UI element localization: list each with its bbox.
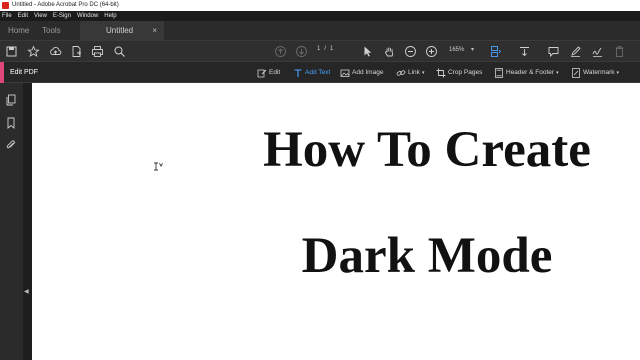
edit-label: Edit bbox=[269, 69, 281, 76]
file-export-icon[interactable] bbox=[70, 45, 83, 58]
zoom-level[interactable]: 165% bbox=[449, 47, 464, 53]
scroll-icon[interactable] bbox=[518, 45, 531, 58]
watermark-icon bbox=[571, 67, 581, 78]
attachment-icon[interactable] bbox=[5, 139, 17, 151]
collapse-panel-icon[interactable]: ◀ bbox=[24, 288, 29, 295]
left-navigation-rail bbox=[0, 83, 23, 360]
window-title: Untitled - Adobe Acrobat Pro DC (64-bit) bbox=[12, 2, 119, 8]
document-page[interactable]: How To Create Dark Mode bbox=[32, 83, 640, 360]
add-image-icon bbox=[340, 68, 350, 78]
document-heading-line2[interactable]: Dark Mode bbox=[32, 226, 640, 286]
add-image-label: Add Image bbox=[352, 69, 384, 76]
tab-tools[interactable]: Tools bbox=[42, 21, 61, 40]
edit-icon bbox=[257, 68, 267, 78]
watermark-dropdown-icon[interactable]: ▾ bbox=[617, 70, 620, 76]
current-page-input[interactable]: 1 bbox=[317, 46, 320, 52]
tab-document[interactable]: Untitled × bbox=[80, 21, 164, 40]
edit-pdf-label: Edit PDF bbox=[10, 69, 39, 76]
tab-document-label: Untitled bbox=[106, 26, 134, 35]
tab-home[interactable]: Home bbox=[8, 21, 29, 40]
menu-file[interactable]: File bbox=[2, 11, 12, 21]
trash-icon[interactable] bbox=[613, 45, 626, 58]
header-footer-dropdown-icon[interactable]: ▾ bbox=[556, 70, 559, 76]
main-toolbar: 1/1 165% ▾ bbox=[0, 40, 640, 61]
menu-bar: File Edit View E-Sign Window Help bbox=[0, 11, 640, 21]
header-footer-icon bbox=[494, 67, 504, 78]
link-label: Link bbox=[408, 69, 420, 76]
zoom-out-icon[interactable] bbox=[404, 45, 417, 58]
total-pages: 1 bbox=[330, 46, 334, 52]
add-text-button[interactable]: Add Text bbox=[293, 62, 330, 83]
document-heading-line1[interactable]: How To Create bbox=[32, 120, 640, 180]
search-icon[interactable] bbox=[113, 45, 126, 58]
add-text-icon bbox=[293, 68, 303, 78]
star-icon[interactable] bbox=[27, 45, 40, 58]
close-tab-icon[interactable]: × bbox=[152, 21, 157, 40]
zoom-in-icon[interactable] bbox=[425, 45, 438, 58]
hand-icon[interactable] bbox=[383, 45, 396, 58]
link-icon bbox=[396, 68, 406, 78]
edit-pdf-accent bbox=[0, 62, 4, 83]
page-indicator[interactable]: 1/1 bbox=[317, 46, 337, 52]
crop-pages-label: Crop Pages bbox=[448, 69, 483, 76]
bookmark-icon[interactable] bbox=[5, 117, 17, 129]
crop-icon bbox=[436, 68, 446, 78]
menu-edit[interactable]: Edit bbox=[18, 11, 28, 21]
add-text-label: Add Text bbox=[305, 69, 331, 76]
tab-row: Home Tools Untitled × bbox=[0, 21, 640, 40]
link-dropdown-icon[interactable]: ▾ bbox=[422, 70, 425, 76]
window-titlebar: Untitled - Adobe Acrobat Pro DC (64-bit) bbox=[0, 0, 640, 11]
select-arrow-icon[interactable] bbox=[361, 45, 374, 58]
crop-pages-button[interactable]: Crop Pages bbox=[436, 62, 482, 83]
print-icon[interactable] bbox=[91, 45, 104, 58]
comment-icon[interactable] bbox=[547, 45, 560, 58]
pages-icon[interactable] bbox=[5, 94, 17, 106]
page-separator: / bbox=[324, 46, 327, 52]
save-icon[interactable] bbox=[5, 45, 18, 58]
menu-view[interactable]: View bbox=[34, 11, 47, 21]
rail-toggle-strip: ◀ bbox=[23, 83, 32, 360]
edit-pdf-toolbar: Edit PDF Edit Add Text Add Image Link ▾ … bbox=[0, 61, 640, 83]
menu-esign[interactable]: E-Sign bbox=[53, 11, 71, 21]
watermark-button[interactable]: Watermark ▾ bbox=[571, 62, 619, 83]
acrobat-app-icon bbox=[2, 2, 9, 9]
highlight-pen-icon[interactable] bbox=[569, 45, 582, 58]
menu-window[interactable]: Window bbox=[77, 11, 98, 21]
add-image-button[interactable]: Add Image bbox=[340, 62, 383, 83]
watermark-label: Watermark bbox=[583, 69, 615, 76]
menu-help[interactable]: Help bbox=[104, 11, 116, 21]
page-up-icon[interactable] bbox=[274, 45, 287, 58]
sign-icon[interactable] bbox=[591, 45, 604, 58]
header-footer-button[interactable]: Header & Footer ▾ bbox=[494, 62, 559, 83]
add-text-cursor-icon bbox=[152, 159, 164, 171]
zoom-dropdown-icon[interactable]: ▾ bbox=[471, 46, 474, 53]
header-footer-label: Header & Footer bbox=[506, 69, 555, 76]
edit-button[interactable]: Edit bbox=[257, 62, 280, 83]
page-down-icon[interactable] bbox=[295, 45, 308, 58]
cloud-upload-icon[interactable] bbox=[49, 45, 62, 58]
link-button[interactable]: Link ▾ bbox=[396, 62, 424, 83]
page-fit-icon[interactable] bbox=[489, 45, 502, 58]
